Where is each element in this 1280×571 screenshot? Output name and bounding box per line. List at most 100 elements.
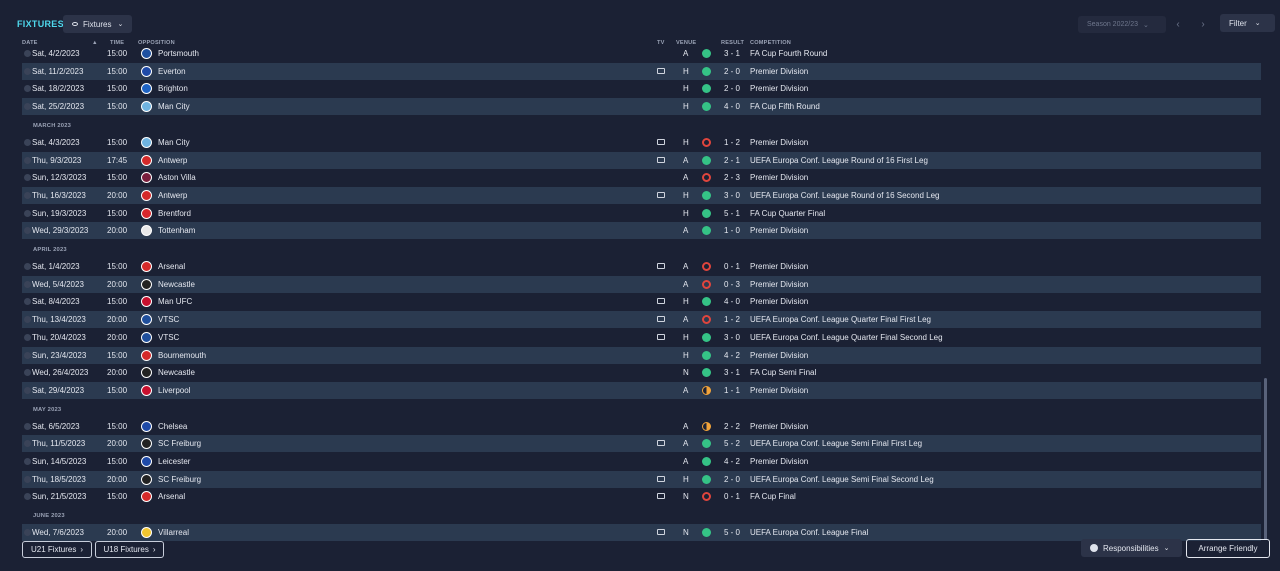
- fixture-row[interactable]: Sat, 25/2/2023 15:00 Man City H 4 - 0 FA Cup …: [22, 98, 1261, 116]
- fixture-row[interactable]: Thu, 16/3/2023 20:00 Antwerp H 3 - 0 UEFA Eur…: [22, 186, 1261, 204]
- fixture-row[interactable]: Thu, 11/5/2023 20:00 SC Freiburg A 5 - 2 UEFA…: [22, 435, 1261, 453]
- fixture-row[interactable]: Thu, 13/4/2023 20:00 VTSC A 1 - 2 UEFA Europa…: [22, 311, 1261, 329]
- fixture-opposition[interactable]: Liverpool: [158, 386, 190, 395]
- fixture-result[interactable]: 3 - 1: [724, 368, 740, 377]
- fixture-result[interactable]: 0 - 3: [724, 280, 740, 289]
- col-competition[interactable]: COMPETITION: [750, 40, 791, 46]
- fixture-result[interactable]: 5 - 1: [724, 209, 740, 218]
- fixture-result[interactable]: 4 - 2: [724, 457, 740, 466]
- fixture-date: Sun, 12/3/2023: [32, 173, 87, 183]
- fixture-opposition[interactable]: VTSC: [158, 333, 179, 342]
- fixture-opposition[interactable]: Arsenal: [158, 492, 185, 501]
- fixture-result[interactable]: 5 - 2: [724, 439, 740, 448]
- fixture-row[interactable]: Wed, 29/3/2023 20:00 Tottenham A 1 - 0 Premie…: [22, 222, 1261, 240]
- fixture-opposition[interactable]: Brentford: [158, 209, 191, 218]
- fixture-opposition[interactable]: Leicester: [158, 457, 190, 466]
- u21-fixtures-button[interactable]: U21 Fixtures ›: [22, 541, 92, 558]
- fixture-result[interactable]: 4 - 0: [724, 297, 740, 306]
- fixture-result[interactable]: 2 - 0: [724, 475, 740, 484]
- fixture-row[interactable]: Sat, 6/5/2023 15:00 Chelsea A 2 - 2 Premier D…: [22, 418, 1261, 435]
- fixture-row[interactable]: Sun, 12/3/2023 15:00 Aston Villa A 2 - 3 Prem…: [22, 169, 1261, 186]
- filter-button[interactable]: Filter ⌄: [1220, 14, 1275, 32]
- u18-fixtures-button[interactable]: U18 Fixtures ›: [95, 541, 164, 558]
- col-venue[interactable]: VENUE: [676, 40, 696, 46]
- tv-icon: [657, 316, 665, 323]
- fixture-opposition[interactable]: Man UFC: [158, 297, 192, 306]
- fixture-row[interactable]: Sun, 14/5/2023 15:00 Leicester A 4 - 2 Premie…: [22, 453, 1261, 470]
- result-win-icon: [702, 226, 711, 236]
- fixture-row[interactable]: Thu, 18/5/2023 20:00 SC Freiburg H 2 - 0 UEFA…: [22, 470, 1261, 488]
- fixture-result[interactable]: 1 - 0: [724, 226, 740, 235]
- prev-season-button[interactable]: ‹: [1168, 16, 1188, 33]
- fixture-row[interactable]: Wed, 5/4/2023 20:00 Newcastle A 0 - 3 Premier…: [22, 275, 1261, 293]
- fixture-opposition[interactable]: VTSC: [158, 315, 179, 324]
- fixture-venue: H: [683, 190, 689, 200]
- fixture-opposition[interactable]: Brighton: [158, 84, 188, 93]
- fixture-opposition[interactable]: Villarreal: [158, 528, 189, 537]
- next-season-button[interactable]: ›: [1193, 16, 1213, 33]
- fixture-result[interactable]: 2 - 0: [724, 84, 740, 93]
- fixture-opposition[interactable]: SC Freiburg: [158, 475, 201, 484]
- result-loss-icon: [702, 262, 711, 271]
- fixture-row[interactable]: Thu, 9/3/2023 17:45 Antwerp A 2 - 1 UEFA Euro…: [22, 151, 1261, 169]
- responsibilities-button[interactable]: Responsibilities ⌄: [1081, 539, 1182, 557]
- fixture-opposition[interactable]: Man City: [158, 102, 190, 111]
- club-crest-icon: [141, 296, 152, 308]
- fixture-row[interactable]: Sun, 19/3/2023 15:00 Brentford H 5 - 1 FA Cup…: [22, 205, 1261, 222]
- fixture-opposition[interactable]: Antwerp: [158, 156, 187, 165]
- fixture-opposition[interactable]: Man City: [158, 138, 190, 147]
- fixture-result[interactable]: 2 - 1: [724, 156, 740, 165]
- fixture-opposition[interactable]: Bournemouth: [158, 351, 206, 360]
- fixture-date: Wed, 5/4/2023: [32, 279, 84, 289]
- fixture-opposition[interactable]: Tottenham: [158, 226, 195, 235]
- fixture-result[interactable]: 0 - 1: [724, 262, 740, 271]
- col-date[interactable]: DATE: [22, 40, 38, 46]
- fixture-row[interactable]: Sat, 18/2/2023 15:00 Brighton H 2 - 0 Premier…: [22, 80, 1261, 97]
- fixture-opposition[interactable]: Aston Villa: [158, 173, 196, 182]
- fixture-result[interactable]: 3 - 1: [724, 49, 740, 58]
- fixture-result[interactable]: 3 - 0: [724, 333, 740, 342]
- col-time[interactable]: TIME: [110, 40, 124, 46]
- col-opposition[interactable]: OPPOSITION: [138, 40, 175, 46]
- fixture-result[interactable]: 5 - 0: [724, 528, 740, 537]
- fixture-row[interactable]: Wed, 7/6/2023 20:00 Villarreal N 5 - 0 UEFA E…: [22, 524, 1261, 542]
- fixture-row[interactable]: Thu, 20/4/2023 20:00 VTSC H 3 - 0 UEFA Europa…: [22, 329, 1261, 346]
- fixture-opposition[interactable]: Arsenal: [158, 262, 185, 271]
- fixture-result[interactable]: 0 - 1: [724, 492, 740, 501]
- fixture-opposition[interactable]: Newcastle: [158, 280, 195, 289]
- fixture-result[interactable]: 1 - 2: [724, 138, 740, 147]
- fixture-row[interactable]: Sat, 29/4/2023 15:00 Liverpool A 1 - 1 Premie…: [22, 381, 1261, 399]
- scrollbar[interactable]: [1264, 378, 1267, 540]
- fixture-result[interactable]: 2 - 2: [724, 422, 740, 431]
- chevron-left-icon: ‹: [1176, 19, 1180, 30]
- col-result[interactable]: RESULT: [721, 40, 744, 46]
- fixture-row[interactable]: Sat, 1/4/2023 15:00 Arsenal A 0 - 1 Premier D…: [22, 258, 1261, 275]
- fixture-result[interactable]: 4 - 2: [724, 351, 740, 360]
- fixture-date: Wed, 29/3/2023: [32, 226, 89, 236]
- arrange-friendly-button[interactable]: Arrange Friendly: [1186, 539, 1270, 558]
- fixture-row[interactable]: Sun, 23/4/2023 15:00 Bournemouth H 4 - 2 Prem…: [22, 346, 1261, 364]
- fixture-opposition[interactable]: SC Freiburg: [158, 439, 201, 448]
- row-status-icon: [24, 458, 31, 465]
- fixture-opposition[interactable]: Newcastle: [158, 368, 195, 377]
- fixture-result[interactable]: 1 - 1: [724, 386, 740, 395]
- season-dropdown[interactable]: Season 2022/23 ⌄: [1078, 16, 1166, 33]
- fixture-result[interactable]: 4 - 0: [724, 102, 740, 111]
- fixture-row[interactable]: Sat, 4/2/2023 15:00 Portsmouth A 3 - 1 FA Cup…: [22, 48, 1261, 62]
- fixture-opposition[interactable]: Antwerp: [158, 191, 187, 200]
- fixture-row[interactable]: Wed, 26/4/2023 20:00 Newcastle N 3 - 1 FA Cup…: [22, 364, 1261, 381]
- col-tv[interactable]: TV: [657, 40, 665, 46]
- fixture-result[interactable]: 3 - 0: [724, 191, 740, 200]
- fixture-row[interactable]: Sun, 21/5/2023 15:00 Arsenal N 0 - 1 FA Cup F…: [22, 488, 1261, 505]
- fixture-opposition[interactable]: Chelsea: [158, 422, 187, 431]
- fixture-result[interactable]: 2 - 3: [724, 173, 740, 182]
- fixture-opposition[interactable]: Portsmouth: [158, 49, 199, 58]
- fixture-result[interactable]: 2 - 0: [724, 67, 740, 76]
- fixture-row[interactable]: Sat, 8/4/2023 15:00 Man UFC H 4 - 0 Premier D…: [22, 293, 1261, 310]
- fixture-row[interactable]: Sat, 4/3/2023 15:00 Man City H 1 - 2 Premier …: [22, 134, 1261, 151]
- view-dropdown[interactable]: Fixtures ⌄: [63, 15, 132, 33]
- fixture-result[interactable]: 1 - 2: [724, 315, 740, 324]
- fixture-opposition[interactable]: Everton: [158, 67, 186, 76]
- fixture-competition: FA Cup Final: [750, 492, 796, 502]
- fixture-row[interactable]: Sat, 11/2/2023 15:00 Everton H 2 - 0 Premier …: [22, 62, 1261, 80]
